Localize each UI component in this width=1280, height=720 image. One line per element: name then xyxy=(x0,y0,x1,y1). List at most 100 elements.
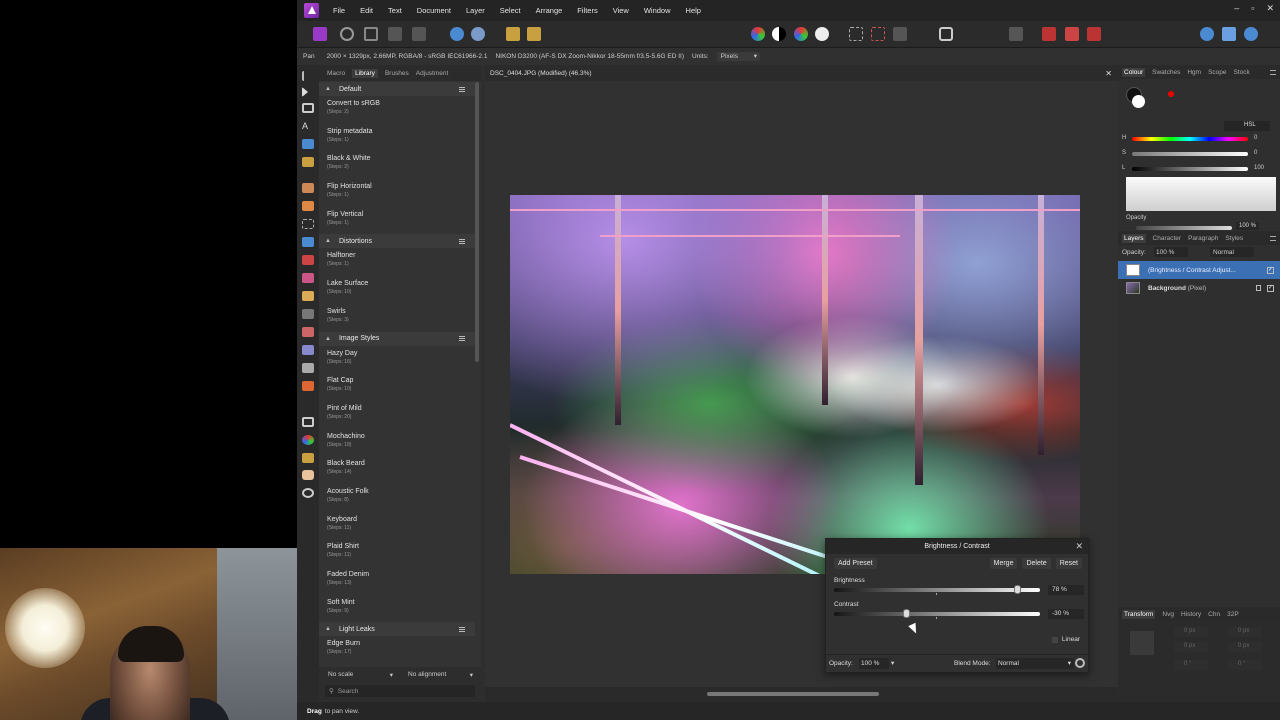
linear-checkbox[interactable]: Linear xyxy=(1051,636,1080,643)
panel-menu-icon[interactable] xyxy=(1270,235,1276,241)
list-item[interactable]: Swirls (Steps: 3) xyxy=(319,304,475,332)
smudge-icon[interactable] xyxy=(302,363,314,373)
colour-opacity-slider[interactable] xyxy=(1136,226,1232,230)
list-item[interactable]: Faded Denim (Steps: 13) xyxy=(319,567,475,595)
tone-mapping-persona-icon[interactable] xyxy=(388,27,402,41)
tab-layers[interactable]: Layers xyxy=(1122,233,1146,243)
horizontal-scroll-thumb[interactable] xyxy=(707,692,879,696)
tab-paragraph[interactable]: Paragraph xyxy=(1188,235,1218,242)
list-item[interactable]: Mochachino (Steps: 18) xyxy=(319,429,475,457)
boolean-icon[interactable] xyxy=(1244,27,1258,41)
menu-window[interactable]: Window xyxy=(644,6,671,15)
minimize-icon[interactable]: – xyxy=(1234,3,1239,14)
chevron-down-icon[interactable]: ▾ xyxy=(891,659,894,667)
transform-y-field[interactable]: 0 px xyxy=(1174,642,1208,652)
export-persona-icon[interactable] xyxy=(412,27,426,41)
view-tool-icon[interactable] xyxy=(302,87,308,97)
category-menu-icon[interactable] xyxy=(459,238,465,244)
gear-icon[interactable] xyxy=(1075,658,1085,668)
crop-tool-icon[interactable] xyxy=(302,103,314,113)
category-light-leaks[interactable]: ▲ Light Leaks xyxy=(319,622,475,637)
contrast-value[interactable]: -30 % xyxy=(1048,609,1084,619)
secondary-colour-swatch[interactable] xyxy=(1132,95,1145,108)
visibility-checkbox-icon[interactable]: ✓ xyxy=(1267,266,1274,274)
document-image[interactable] xyxy=(510,195,1080,574)
tone-icon[interactable] xyxy=(772,27,786,41)
collapse-triangle-icon[interactable]: ▲ xyxy=(325,86,331,92)
close-icon[interactable]: ✕ xyxy=(1266,3,1274,14)
dialog-title[interactable]: Brightness / Contrast ✕ xyxy=(826,539,1088,554)
canvas-horizontal-scrollbar[interactable] xyxy=(485,687,1118,702)
hand-tool-icon[interactable] xyxy=(302,470,314,480)
list-item[interactable]: Flip Vertical (Steps: 1) xyxy=(319,207,475,235)
tab-history[interactable]: History xyxy=(1181,611,1201,618)
hue-slider[interactable] xyxy=(1132,137,1248,141)
category-image-styles[interactable]: ▲ Image Styles xyxy=(319,331,475,346)
tab-swatches[interactable]: Swatches xyxy=(1152,69,1180,76)
colour-opacity-value[interactable]: 100 % xyxy=(1236,222,1260,230)
menu-document[interactable]: Document xyxy=(417,6,451,15)
list-item[interactable]: Black & White (Steps: 2) xyxy=(319,151,475,179)
visibility-checkbox-icon[interactable]: ✓ xyxy=(1267,284,1274,292)
clone-brush-icon[interactable] xyxy=(302,273,314,283)
pen-tool-icon[interactable] xyxy=(302,157,314,167)
tab-library[interactable]: Library xyxy=(352,68,378,78)
tab-styles[interactable]: Styles xyxy=(1225,235,1243,242)
snapping-icon[interactable] xyxy=(1009,27,1023,41)
opacity-field[interactable]: 100 % xyxy=(859,658,889,669)
blur-brush-icon[interactable] xyxy=(302,309,314,319)
contrast-slider-handle[interactable] xyxy=(903,609,911,618)
anchor-selector[interactable] xyxy=(1130,631,1154,655)
list-item[interactable]: Soft Mint (Steps: 9) xyxy=(319,595,475,623)
selection-brush-icon[interactable] xyxy=(302,219,314,229)
brightness-slider[interactable] xyxy=(834,588,1040,592)
pencil-tool-icon[interactable] xyxy=(302,201,314,211)
tab-character[interactable]: Character xyxy=(1153,235,1182,242)
develop-persona-icon[interactable] xyxy=(364,27,378,41)
transform-rotation-field[interactable]: 0 ° xyxy=(1174,660,1208,670)
dodge-icon[interactable] xyxy=(302,327,314,337)
list-item[interactable]: Plaid Shirt (Steps: 11) xyxy=(319,539,475,567)
list-item[interactable]: Keyboard (Steps: 11) xyxy=(319,512,475,540)
transform-shear-field[interactable]: 0 ° xyxy=(1228,660,1262,670)
order-icon[interactable] xyxy=(1222,27,1236,41)
shape-tool-icon[interactable] xyxy=(302,139,314,149)
tab-histogram[interactable]: Hgm xyxy=(1187,69,1201,76)
maximize-icon[interactable]: ▫ xyxy=(1251,3,1254,14)
mirror-icon[interactable] xyxy=(1065,27,1079,41)
category-menu-icon[interactable] xyxy=(459,626,465,632)
macro-icon[interactable] xyxy=(506,27,520,41)
tab-colour[interactable]: Colour xyxy=(1122,67,1146,77)
list-item[interactable]: Acoustic Folk (Steps: 8) xyxy=(319,484,475,512)
assistant-icon[interactable] xyxy=(939,27,953,41)
menu-help[interactable]: Help xyxy=(686,6,701,15)
collapse-triangle-icon[interactable]: ▲ xyxy=(325,238,331,244)
list-item[interactable]: Hazy Day (Steps: 16) xyxy=(319,346,475,374)
saturation-value[interactable]: 0 xyxy=(1254,150,1257,156)
photo-persona-icon[interactable] xyxy=(313,27,327,41)
menu-edit[interactable]: Edit xyxy=(360,6,373,15)
menu-select[interactable]: Select xyxy=(500,6,521,15)
category-distortions[interactable]: ▲ Distortions xyxy=(319,234,475,249)
text-tool-icon[interactable]: A xyxy=(302,121,314,131)
quick-mask-icon[interactable] xyxy=(893,27,907,41)
close-icon[interactable]: ✕ xyxy=(1075,541,1083,552)
menu-layer[interactable]: Layer xyxy=(466,6,485,15)
library-scrollbar[interactable] xyxy=(475,82,479,362)
fill-tool-icon[interactable] xyxy=(302,381,314,391)
layer-row-background[interactable]: Background (Pixel) ✓ xyxy=(1118,279,1280,297)
menu-filters[interactable]: Filters xyxy=(577,6,597,15)
tab-adjustment[interactable]: Adjustment xyxy=(416,70,449,77)
color-picker-icon[interactable] xyxy=(302,435,314,445)
saturation-slider[interactable] xyxy=(1132,152,1248,156)
scale-select[interactable]: No scale xyxy=(325,671,397,682)
list-item[interactable]: Lake Surface (Steps: 10) xyxy=(319,276,475,304)
assets-icon[interactable] xyxy=(527,27,541,41)
move-tool-icon[interactable] xyxy=(302,71,314,81)
menu-view[interactable]: View xyxy=(613,6,629,15)
healing-icon[interactable] xyxy=(302,345,314,355)
selection-icon[interactable] xyxy=(871,27,885,41)
arrange-icon[interactable] xyxy=(1200,27,1214,41)
menu-arrange[interactable]: Arrange xyxy=(536,6,563,15)
tab-stock[interactable]: Stock xyxy=(1234,69,1250,76)
